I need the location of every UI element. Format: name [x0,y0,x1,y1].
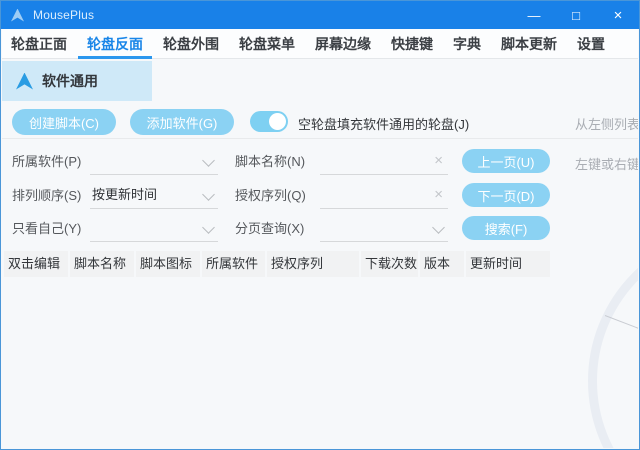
minimize-icon[interactable]: — [513,1,555,29]
col-download-count: 下载次数 [361,251,418,277]
col-update-time: 更新时间 [466,251,550,277]
titlebar: MousePlus — □ × [1,1,639,29]
tab-hotkeys[interactable]: 快捷键 [391,29,433,59]
col-owning-software: 所属软件 [202,251,265,277]
col-double-click-edit: 双击编辑 [4,251,68,277]
toggle-label: 空轮盘填充软件通用的轮盘(J) [298,114,469,133]
row1-hint-text: 左键或右键 [575,154,638,173]
content-area: 软件通用 创建脚本(C) 添加软件(G) 空轮盘填充软件通用的轮盘(J) 从左侧… [2,60,638,448]
tab-wheel-menu[interactable]: 轮盘菜单 [239,29,295,59]
toggle-knob-icon [269,113,286,130]
auth-serial-input[interactable]: × [320,182,448,209]
filter-row-3: 只看自己(Y) 分页查询(X) 搜索(F) [2,215,638,243]
sort-order-select[interactable]: 按更新时间 [90,182,218,209]
clear-icon[interactable]: × [434,152,443,170]
only-mine-label: 只看自己(Y) [12,215,81,243]
tab-wheel-front[interactable]: 轮盘正面 [11,29,67,59]
subtab-label: 软件通用 [42,71,98,91]
tab-dictionary[interactable]: 字典 [453,29,481,59]
app-logo-icon [11,9,24,22]
tab-settings[interactable]: 设置 [577,29,605,59]
sort-order-value: 按更新时间 [90,182,218,208]
owning-software-select[interactable] [90,148,218,175]
script-name-label: 脚本名称(N) [235,148,305,176]
page-query-select[interactable] [320,215,448,242]
owning-software-label: 所属软件(P) [12,148,81,176]
col-script-name: 脚本名称 [70,251,134,277]
tab-script-update[interactable]: 脚本更新 [501,29,557,59]
wheel-watermark-circle [588,228,638,448]
main-tabbar: 轮盘正面 轮盘反面 轮盘外围 轮盘菜单 屏幕边缘 快捷键 字典 脚本更新 设置 [2,29,638,59]
script-name-input[interactable]: × [320,148,448,175]
filter-row-2: 排列顺序(S) 按更新时间 授权序列(Q) × 下一页(D) [2,182,638,210]
tab-wheel-outer[interactable]: 轮盘外围 [163,29,219,59]
mouseplus-window: MousePlus — □ × 轮盘正面 轮盘反面 轮盘外围 轮盘菜单 屏幕边缘… [0,0,640,450]
only-mine-select[interactable] [90,215,218,242]
col-version: 版本 [420,251,464,277]
col-script-icon: 脚本图标 [136,251,200,277]
tab-screen-edge[interactable]: 屏幕边缘 [315,29,371,59]
col-auth-serial: 授权序列 [267,251,359,277]
right-hint-text: 从左侧列表 [575,114,638,133]
window-controls: — □ × [513,1,639,29]
filter-row-1: 所属软件(P) 脚本名称(N) × 上一页(U) [2,148,638,176]
page-query-label: 分页查询(X) [235,215,304,243]
create-script-button[interactable]: 创建脚本(C) [12,109,116,135]
chevron-down-icon[interactable] [202,154,215,167]
maximize-icon[interactable]: □ [555,1,597,29]
close-icon[interactable]: × [597,1,639,29]
prev-page-button[interactable]: 上一页(U) [462,149,550,173]
add-software-button[interactable]: 添加软件(G) [130,109,234,135]
toolbar-divider [2,138,638,139]
clear-icon[interactable]: × [434,186,443,204]
search-button[interactable]: 搜索(F) [462,216,550,240]
next-page-button[interactable]: 下一页(D) [462,183,550,207]
chevron-down-icon[interactable] [202,221,215,234]
tab-wheel-back[interactable]: 轮盘反面 [87,29,143,59]
fill-empty-wheel-toggle[interactable] [250,111,288,132]
cursor-logo-icon [16,73,33,90]
subtab-software-general[interactable]: 软件通用 [2,61,152,101]
chevron-down-icon[interactable] [432,221,445,234]
sort-order-label: 排列顺序(S) [12,182,81,210]
auth-serial-label: 授权序列(Q) [235,182,306,210]
window-title: MousePlus [33,8,94,22]
